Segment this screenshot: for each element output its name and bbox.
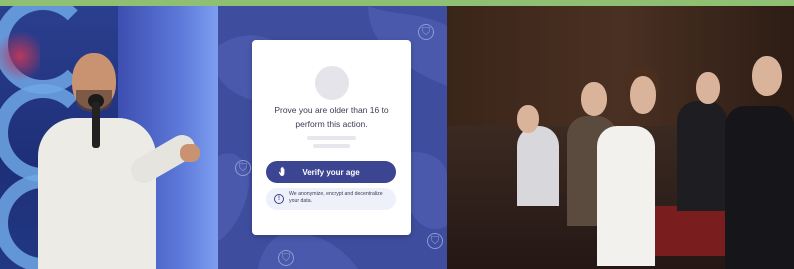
audience-member (597, 126, 655, 266)
verify-age-label: Verify your age (302, 167, 360, 177)
audience-member (517, 126, 559, 206)
audience-member (725, 106, 794, 269)
audience-face (752, 56, 782, 96)
audience-member (677, 101, 727, 211)
shield-icon: ⛉ (418, 24, 434, 40)
verification-prompt: Prove you are older than 16 to perform t… (274, 105, 389, 129)
placeholder-line (313, 144, 350, 148)
avatar (315, 66, 349, 100)
info-icon: ! (274, 194, 284, 204)
audience-photo (447, 6, 794, 269)
audience-face (517, 105, 539, 133)
audience-face (696, 72, 720, 104)
shield-icon: ⛉ (235, 160, 251, 176)
speaker-hand (180, 144, 200, 162)
placeholder-line (307, 136, 356, 140)
privacy-notice: ! We anonymize, encrypt and decentralize… (266, 188, 396, 210)
audience-face (581, 82, 607, 116)
shield-icon: ⛉ (427, 233, 443, 249)
verify-age-button[interactable]: Verify your age (266, 161, 396, 183)
privacy-text: We anonymize, encrypt and decentralize y… (289, 191, 383, 204)
audience-face (630, 76, 656, 114)
age-verification-card: Prove you are older than 16 to perform t… (252, 40, 411, 235)
hand-icon (278, 166, 285, 177)
stage-light (0, 26, 40, 86)
shield-icon: ⛉ (278, 250, 294, 266)
microphone-handle (92, 102, 100, 148)
speaker-photo (0, 6, 218, 269)
